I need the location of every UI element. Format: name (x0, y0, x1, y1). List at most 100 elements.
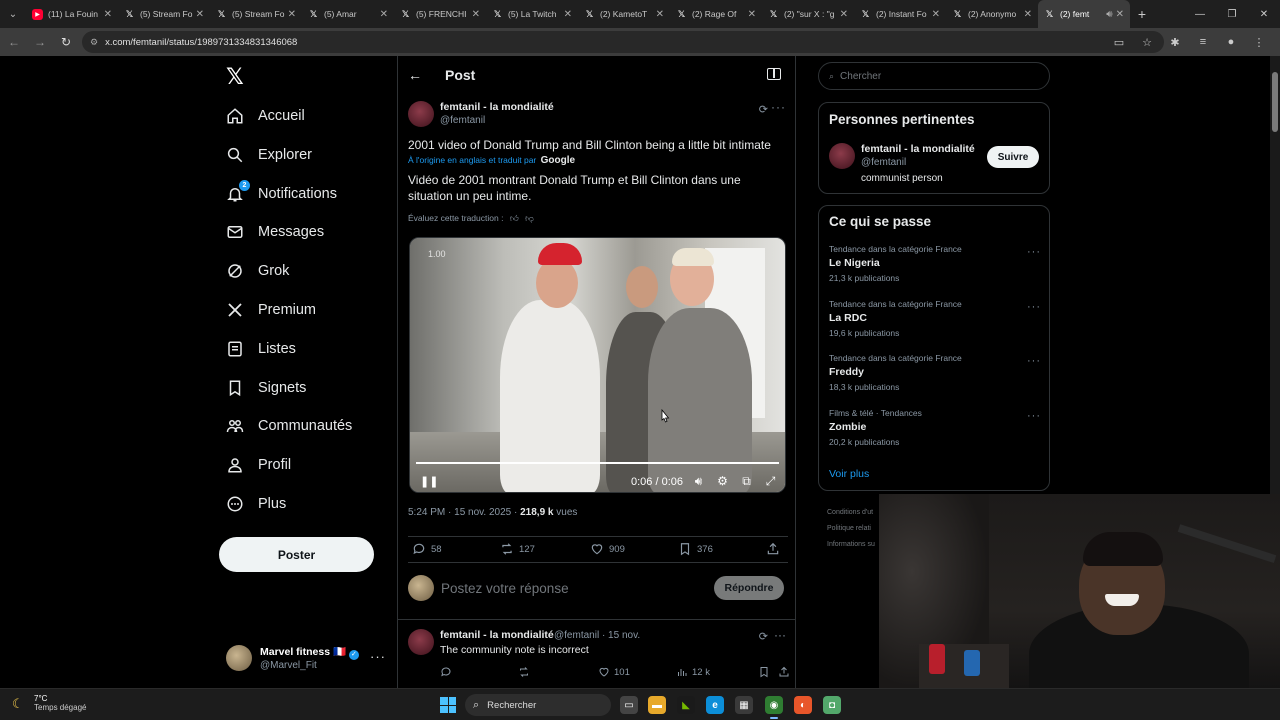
tab-close-icon[interactable]: ✕ (1116, 9, 1124, 20)
tab-audio-icon[interactable]: 🔊︎ (1106, 9, 1112, 20)
footer-link-privacy[interactable]: Politique relati (827, 521, 875, 537)
trend-more-icon[interactable]: ··· (1027, 301, 1041, 313)
reply-button[interactable]: Répondre (714, 576, 784, 600)
tab-close-icon[interactable]: ✕ (1024, 9, 1032, 20)
pause-icon[interactable]: ❚❚ (420, 475, 438, 488)
like-action[interactable]: 909 (590, 542, 625, 556)
bookmark-star-icon[interactable]: ☆ (1136, 32, 1158, 52)
tab-close-icon[interactable]: ✕ (196, 9, 204, 20)
trend-item[interactable]: Films & télé · Tendances Zombie 20,2 k pub… (829, 408, 1041, 456)
browser-tab[interactable]: 𝕏 (2) KametoT ✕ (578, 0, 670, 28)
tab-close-icon[interactable]: ✕ (656, 9, 664, 20)
reply-item[interactable]: femtanil - la mondialité @femtanil · 15 … (408, 628, 789, 688)
show-more-link[interactable]: Voir plus (829, 468, 869, 480)
tab-close-icon[interactable]: ✕ (840, 9, 848, 20)
nav-item-plus[interactable]: Plus (226, 489, 286, 519)
reply-author-handle[interactable]: @femtanil · 15 nov. (554, 630, 640, 641)
browser-tab[interactable]: 𝕏 (2) Anonymo ✕ (946, 0, 1038, 28)
search-input[interactable]: ⌕ Chercher (818, 62, 1050, 90)
more-options-icon[interactable]: ··· (774, 628, 786, 642)
reply-repost-action[interactable] (518, 666, 534, 678)
trend-more-icon[interactable]: ··· (1027, 246, 1041, 258)
pip-icon[interactable]: ⧉ (740, 474, 753, 489)
fullscreen-icon[interactable]: ⤢ (764, 474, 777, 489)
volume-icon[interactable]: 🔊︎ (692, 474, 705, 489)
reply-input[interactable]: Postez votre réponse (441, 581, 569, 596)
follow-button[interactable]: Suivre (987, 146, 1039, 168)
browser-tab[interactable]: 𝕏 (2) Rage Of ✕ (670, 0, 762, 28)
browser-menu-icon[interactable]: ⋮ (1248, 32, 1270, 52)
trend-more-icon[interactable]: ··· (1027, 355, 1041, 367)
author-name[interactable]: femtanil - la mondialité (440, 101, 554, 113)
relevant-avatar[interactable] (829, 143, 855, 169)
tab-close-icon[interactable]: ✕ (472, 9, 480, 20)
forward-icon[interactable]: → (28, 30, 52, 54)
reload-icon[interactable]: ↻ (54, 30, 78, 54)
browser-tab[interactable]: 𝕏 (2) "sur X : "g ✕ (762, 0, 854, 28)
nav-item-accueil[interactable]: Accueil (226, 101, 305, 131)
tab-close-icon[interactable]: ✕ (288, 9, 296, 20)
nav-item-grok[interactable]: Grok (226, 256, 289, 286)
restore-icon[interactable]: ❐ (1216, 0, 1248, 28)
author-handle[interactable]: @femtanil (440, 115, 485, 126)
reply-reply-action[interactable] (440, 666, 456, 678)
store-icon[interactable]: ▦ (735, 696, 753, 714)
nav-item-premium[interactable]: Premium (226, 295, 316, 325)
nav-item-communautes[interactable]: Communautés (226, 411, 352, 441)
browser-tab[interactable]: 𝕏 (5) FRENCHI ✕ (394, 0, 486, 28)
reply-action[interactable]: 58 (412, 542, 442, 556)
trend-item[interactable]: Tendance dans la catégorie France La RDC 1… (829, 299, 1041, 347)
tab-close-icon[interactable]: ✕ (380, 9, 388, 20)
edge-icon[interactable]: e (706, 696, 724, 714)
minimize-icon[interactable]: — (1184, 0, 1216, 28)
browser-tab[interactable]: 𝕏 (5) Stream Fo ✕ (118, 0, 210, 28)
reply-bookmark-action[interactable] (758, 666, 774, 678)
app-icon[interactable]: ◘ (823, 696, 841, 714)
tab-close-icon[interactable]: ✕ (564, 9, 572, 20)
bookmark-action[interactable]: 376 (678, 542, 713, 556)
nvidia-icon[interactable]: ◣ (677, 696, 695, 714)
trend-more-icon[interactable]: ··· (1027, 410, 1041, 422)
reply-like-action[interactable]: 101 (598, 666, 630, 678)
thumbs-down-icon[interactable]: 👎︎ (525, 213, 534, 223)
repost-action[interactable]: 127 (500, 542, 535, 556)
close-window-icon[interactable]: ✕ (1248, 0, 1280, 28)
new-tab-button[interactable]: + (1130, 6, 1154, 22)
site-info-icon[interactable]: ⚙ (90, 37, 98, 48)
nav-item-notifications[interactable]: 2 Notifications (226, 179, 337, 209)
task-view-icon[interactable]: ▭ (620, 696, 638, 714)
tab-close-icon[interactable]: ✕ (748, 9, 756, 20)
browser-tab[interactable]: 𝕏 (2) Instant Fo ✕ (854, 0, 946, 28)
x-logo-icon[interactable]: 𝕏 (226, 64, 246, 89)
reply-views-action[interactable]: 12 k (676, 666, 710, 678)
grok-icon[interactable]: ⟳ (759, 103, 768, 116)
browser-tab[interactable]: 𝕏 (5) La Twitch ✕ (486, 0, 578, 28)
nav-item-signets[interactable]: Signets (226, 373, 306, 403)
footer-link-terms[interactable]: Conditions d'ut (827, 505, 875, 521)
share-action[interactable] (766, 542, 785, 556)
trend-item[interactable]: Tendance dans la catégorie France Le Nige… (829, 244, 1041, 292)
scrollbar-thumb[interactable] (1272, 72, 1278, 132)
browser-tab[interactable]: ▶ (11) La Fouin ✕ (26, 0, 118, 28)
weather-widget[interactable]: ☾ 7°C Temps dégagé (12, 694, 86, 712)
nav-item-explorer[interactable]: Explorer (226, 140, 312, 170)
install-app-icon[interactable]: ▭ (1108, 32, 1130, 52)
nav-item-profil[interactable]: Profil (226, 450, 291, 480)
video-progress-bar[interactable] (416, 462, 779, 464)
account-switcher[interactable]: Marvel fitness 🇫🇷 ✓ @Marvel_Fit ··· (226, 641, 386, 675)
post-timestamp[interactable]: 5:24 PM · 15 nov. 2025 · (408, 507, 517, 518)
chrome-icon[interactable]: ◉ (765, 696, 783, 719)
relevant-name[interactable]: femtanil - la mondialité (861, 143, 975, 155)
extensions-icon[interactable]: ✱ (1164, 32, 1186, 52)
post-button[interactable]: Poster (219, 537, 374, 572)
address-bar[interactable]: ⚙ x.com/femtanil/status/1989731334831346… (82, 31, 1164, 53)
browser-tab[interactable]: 𝕏 (5) Amar ✕ (302, 0, 394, 28)
profile-icon[interactable]: ● (1220, 32, 1242, 52)
reply-share-action[interactable] (778, 666, 794, 678)
back-icon[interactable]: ← (2, 30, 26, 54)
reader-mode-icon[interactable] (767, 68, 781, 80)
tab-close-icon[interactable]: ✕ (932, 9, 940, 20)
relevant-handle[interactable]: @femtanil (861, 157, 906, 168)
nav-item-listes[interactable]: Listes (226, 334, 296, 364)
browser-tab[interactable]: 𝕏 (2) femt 🔊︎ ✕ (1038, 0, 1130, 28)
